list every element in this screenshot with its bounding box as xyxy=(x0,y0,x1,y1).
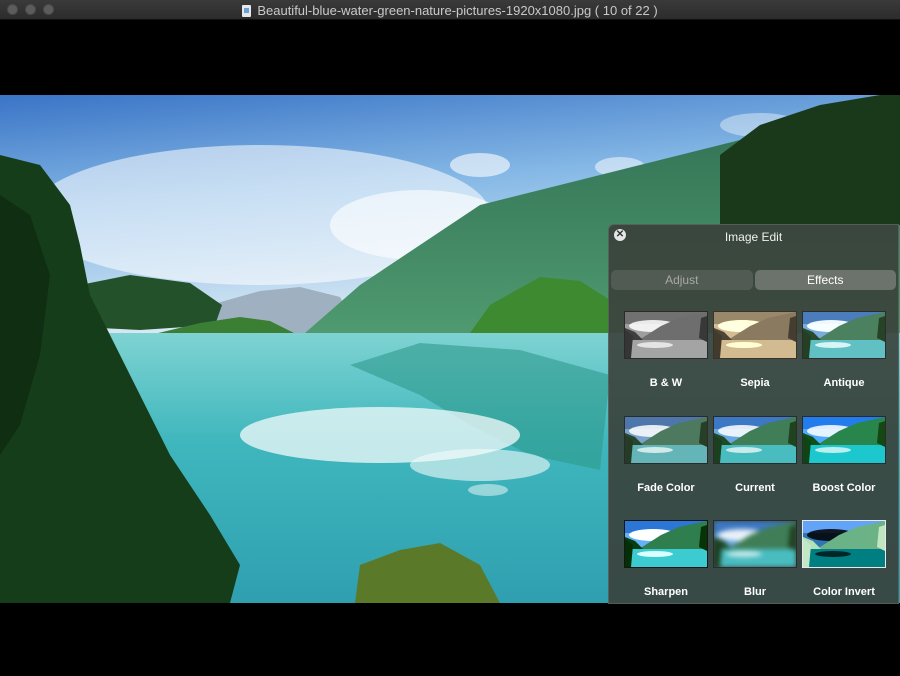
effect-bw[interactable]: B & W xyxy=(624,311,708,389)
image-file-icon xyxy=(242,5,252,17)
image-edit-panel: ✕ Image Edit Adjust Effects B & W Sepia … xyxy=(608,224,899,604)
tab-effects[interactable]: Effects xyxy=(754,270,896,290)
effect-antique[interactable]: Antique xyxy=(802,311,886,389)
effect-sharpen[interactable]: Sharpen xyxy=(624,520,708,598)
window-title: Beautiful-blue-water-green-nature-pictur… xyxy=(0,3,900,18)
effect-boost-color[interactable]: Boost Color xyxy=(802,416,886,494)
effect-fade-color-thumbnail xyxy=(624,416,708,464)
title-bar: Beautiful-blue-water-green-nature-pictur… xyxy=(0,0,900,20)
tab-adjust[interactable]: Adjust xyxy=(611,270,753,290)
effect-current[interactable]: Current xyxy=(713,416,797,494)
effect-current-thumbnail xyxy=(713,416,797,464)
effect-bw-thumbnail xyxy=(624,311,708,359)
effect-blur[interactable]: Blur xyxy=(713,520,797,598)
effect-color-invert-thumbnail xyxy=(802,520,886,568)
effect-sepia[interactable]: Sepia xyxy=(713,311,797,389)
effect-sharpen-thumbnail xyxy=(624,520,708,568)
effect-sepia-thumbnail xyxy=(713,311,797,359)
effect-color-invert[interactable]: Color Invert xyxy=(802,520,886,598)
effect-antique-thumbnail xyxy=(802,311,886,359)
window-title-text: Beautiful-blue-water-green-nature-pictur… xyxy=(257,3,658,18)
effect-antique-label: Antique xyxy=(823,377,865,389)
effect-boost-color-thumbnail xyxy=(802,416,886,464)
effect-boost-color-label: Boost Color xyxy=(812,482,876,494)
effect-color-invert-label: Color Invert xyxy=(813,586,875,598)
panel-title: Image Edit xyxy=(724,230,783,244)
tab-bar: Adjust Effects xyxy=(611,270,896,290)
effect-fade-color[interactable]: Fade Color xyxy=(624,416,708,494)
effect-blur-thumbnail xyxy=(713,520,797,568)
